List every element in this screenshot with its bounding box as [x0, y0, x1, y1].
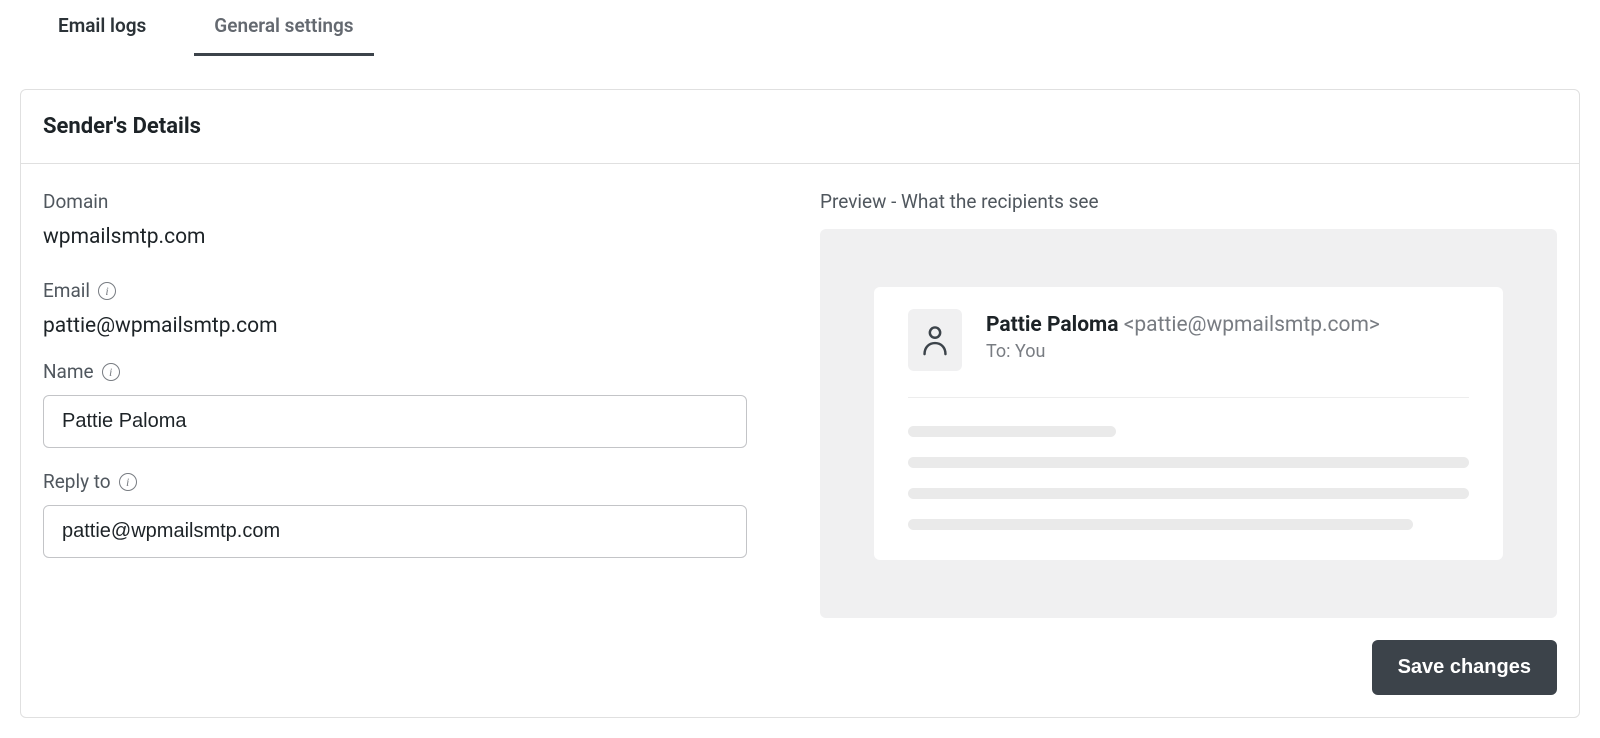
reply-to-label-row: Reply to i — [43, 470, 780, 493]
info-icon[interactable]: i — [102, 363, 120, 381]
senders-details-card: Sender's Details Domain wpmailsmtp.com E… — [20, 89, 1580, 718]
name-label: Name — [43, 360, 94, 383]
preview-box: Pattie Paloma <pattie@wpmailsmtp.com> To… — [820, 229, 1557, 618]
placeholder-line — [908, 519, 1413, 530]
save-changes-button[interactable]: Save changes — [1372, 640, 1557, 695]
preview-label: Preview - What the recipients see — [820, 190, 1557, 213]
preview-to-line: To: You — [986, 341, 1380, 362]
email-header: Pattie Paloma <pattie@wpmailsmtp.com> To… — [908, 309, 1469, 398]
placeholder-line — [908, 426, 1116, 437]
preview-sender-name: Pattie Paloma — [986, 313, 1119, 337]
card-footer: Save changes — [21, 640, 1579, 717]
card-body: Domain wpmailsmtp.com Email i pattie@wpm… — [21, 164, 1579, 640]
card-header: Sender's Details — [21, 90, 1579, 164]
form-column: Domain wpmailsmtp.com Email i pattie@wpm… — [43, 190, 780, 618]
field-reply-to: Reply to i — [43, 470, 780, 558]
tab-email-logs[interactable]: Email logs — [38, 0, 166, 56]
field-domain: Domain wpmailsmtp.com — [43, 190, 780, 249]
info-icon[interactable]: i — [119, 473, 137, 491]
info-icon[interactable]: i — [98, 282, 116, 300]
preview-column: Preview - What the recipients see Patti — [820, 190, 1557, 618]
tab-general-settings[interactable]: General settings — [194, 0, 373, 56]
reply-to-label: Reply to — [43, 470, 111, 493]
reply-to-input[interactable] — [43, 505, 747, 558]
card-title: Sender's Details — [43, 114, 1557, 139]
domain-value: wpmailsmtp.com — [43, 225, 780, 249]
email-value: pattie@wpmailsmtp.com — [43, 314, 780, 338]
field-name: Name i — [43, 360, 780, 448]
placeholder-line — [908, 457, 1469, 468]
email-preview-card: Pattie Paloma <pattie@wpmailsmtp.com> To… — [874, 287, 1503, 560]
domain-label: Domain — [43, 190, 780, 213]
email-label-row: Email i — [43, 279, 780, 302]
name-label-row: Name i — [43, 360, 780, 383]
preview-body-placeholder — [908, 426, 1469, 530]
field-email: Email i pattie@wpmailsmtp.com — [43, 279, 780, 338]
placeholder-line — [908, 488, 1469, 499]
preview-sender-email: <pattie@wpmailsmtp.com> — [1124, 313, 1380, 337]
email-label: Email — [43, 279, 90, 302]
avatar — [908, 309, 962, 371]
tabs: Email logs General settings — [0, 0, 1600, 57]
person-icon — [920, 324, 950, 356]
sender-info: Pattie Paloma <pattie@wpmailsmtp.com> To… — [986, 309, 1380, 362]
name-input[interactable] — [43, 395, 747, 448]
sender-line: Pattie Paloma <pattie@wpmailsmtp.com> — [986, 313, 1380, 337]
